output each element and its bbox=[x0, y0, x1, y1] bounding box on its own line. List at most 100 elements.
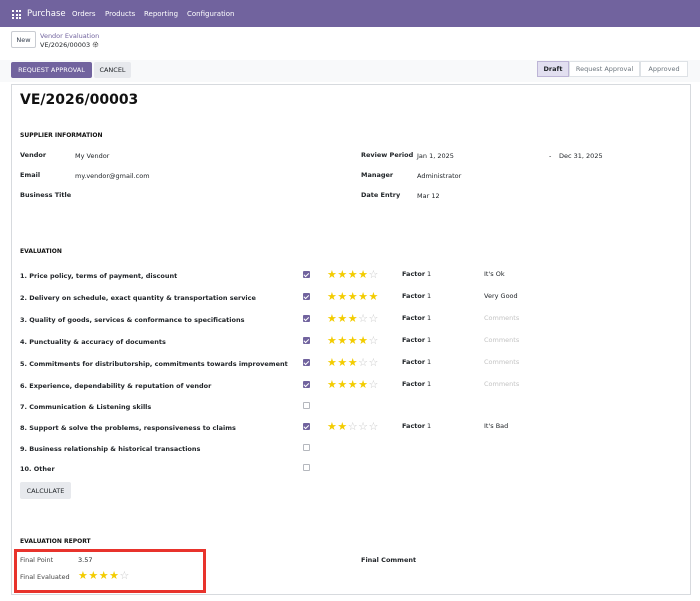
star-filled-icon[interactable]: ★ bbox=[348, 268, 358, 281]
star-filled-icon[interactable]: ★ bbox=[337, 290, 347, 303]
star-filled-icon[interactable]: ★ bbox=[358, 334, 368, 347]
review-end-field[interactable]: Dec 31, 2025 bbox=[559, 152, 603, 160]
star-filled-icon[interactable]: ★ bbox=[337, 334, 347, 347]
star-empty-icon[interactable]: ☆ bbox=[369, 356, 379, 369]
criterion-star-rating[interactable]: ★★★☆☆ bbox=[327, 313, 379, 324]
star-filled-icon[interactable]: ★ bbox=[327, 356, 337, 369]
highlight-box bbox=[14, 549, 206, 593]
criterion-star-rating[interactable]: ★★★★☆ bbox=[327, 379, 379, 390]
factor-field[interactable]: 1 bbox=[427, 314, 431, 322]
manager-field[interactable]: Administrator bbox=[417, 172, 461, 180]
star-filled-icon[interactable]: ★ bbox=[327, 420, 337, 433]
factor-field[interactable]: 1 bbox=[427, 336, 431, 344]
star-empty-icon[interactable]: ☆ bbox=[348, 420, 358, 433]
apps-grid-icon[interactable] bbox=[12, 10, 21, 19]
control-panel bbox=[0, 27, 700, 60]
comment-field[interactable]: Comments bbox=[484, 336, 519, 344]
evaluation-report-heading: EVALUATION REPORT bbox=[20, 538, 91, 545]
nav-orders[interactable]: Orders bbox=[72, 10, 96, 18]
stage-draft[interactable]: Draft bbox=[537, 61, 569, 77]
criterion-checkbox[interactable] bbox=[303, 381, 310, 388]
criterion-label: 3. Quality of goods, services & conforma… bbox=[20, 316, 245, 324]
factor-field[interactable]: 1 bbox=[427, 380, 431, 388]
request-approval-button[interactable]: REQUEST APPROVAL bbox=[11, 62, 92, 78]
criterion-checkbox[interactable] bbox=[303, 337, 310, 344]
star-filled-icon[interactable]: ★ bbox=[327, 290, 337, 303]
criterion-label: 10. Other bbox=[20, 465, 55, 473]
factor-field[interactable]: 1 bbox=[427, 270, 431, 278]
star-filled-icon[interactable]: ★ bbox=[337, 420, 347, 433]
star-filled-icon[interactable]: ★ bbox=[337, 356, 347, 369]
star-filled-icon[interactable]: ★ bbox=[369, 290, 379, 303]
star-filled-icon[interactable]: ★ bbox=[327, 378, 337, 391]
star-filled-icon[interactable]: ★ bbox=[348, 356, 358, 369]
star-filled-icon[interactable]: ★ bbox=[327, 268, 337, 281]
manager-label: Manager bbox=[361, 171, 394, 179]
factor-label: Factor bbox=[402, 292, 426, 300]
criterion-star-rating[interactable]: ★★★☆☆ bbox=[327, 357, 379, 368]
email-field[interactable]: my.vendor@gmail.com bbox=[75, 172, 150, 180]
comment-field[interactable]: Comments bbox=[484, 380, 519, 388]
nav-configuration[interactable]: Configuration bbox=[187, 10, 234, 18]
star-filled-icon[interactable]: ★ bbox=[337, 268, 347, 281]
star-filled-icon[interactable]: ★ bbox=[348, 378, 358, 391]
stage-request-approval[interactable]: Request Approval bbox=[569, 61, 640, 77]
star-empty-icon[interactable]: ☆ bbox=[358, 420, 368, 433]
factor-label: Factor bbox=[402, 422, 426, 430]
stage-approved[interactable]: Approved bbox=[640, 61, 688, 77]
star-empty-icon[interactable]: ☆ bbox=[369, 312, 379, 325]
star-filled-icon[interactable]: ★ bbox=[327, 312, 337, 325]
criterion-label: 5. Commitments for distributorship, comm… bbox=[20, 360, 288, 368]
criterion-label: 6. Experience, dependability & reputatio… bbox=[20, 382, 212, 390]
app-name[interactable]: Purchase bbox=[27, 9, 66, 19]
criterion-star-rating[interactable]: ★★★★★ bbox=[327, 291, 379, 302]
review-start-field[interactable]: Jan 1, 2025 bbox=[417, 152, 454, 160]
comment-field[interactable]: Comments bbox=[484, 358, 519, 366]
vendor-label: Vendor bbox=[20, 151, 47, 159]
vendor-field[interactable]: My Vendor bbox=[75, 152, 109, 160]
star-empty-icon[interactable]: ☆ bbox=[358, 356, 368, 369]
cancel-button[interactable]: CANCEL bbox=[94, 62, 131, 78]
evaluation-section-heading: EVALUATION bbox=[20, 248, 62, 255]
criterion-checkbox[interactable] bbox=[303, 423, 310, 430]
comment-field[interactable]: It's Bad bbox=[484, 422, 508, 430]
star-filled-icon[interactable]: ★ bbox=[348, 290, 358, 303]
comment-field[interactable]: It's Ok bbox=[484, 270, 505, 278]
criterion-checkbox[interactable] bbox=[303, 271, 310, 278]
star-empty-icon[interactable]: ☆ bbox=[369, 420, 379, 433]
star-filled-icon[interactable]: ★ bbox=[348, 312, 358, 325]
criterion-checkbox[interactable] bbox=[303, 444, 310, 451]
star-filled-icon[interactable]: ★ bbox=[358, 378, 368, 391]
new-button[interactable]: New bbox=[11, 31, 36, 48]
criterion-checkbox[interactable] bbox=[303, 464, 310, 471]
factor-field[interactable]: 1 bbox=[427, 292, 431, 300]
factor-field[interactable]: 1 bbox=[427, 422, 431, 430]
criterion-checkbox[interactable] bbox=[303, 315, 310, 322]
nav-products[interactable]: Products bbox=[105, 10, 135, 18]
criterion-checkbox[interactable] bbox=[303, 359, 310, 366]
criterion-star-rating[interactable]: ★★★★☆ bbox=[327, 269, 379, 280]
date-entry-field[interactable]: Mar 12 bbox=[417, 192, 440, 200]
gear-icon[interactable] bbox=[92, 41, 99, 48]
comment-field[interactable]: Comments bbox=[484, 314, 519, 322]
criterion-star-rating[interactable]: ★★★★☆ bbox=[327, 335, 379, 346]
factor-field[interactable]: 1 bbox=[427, 358, 431, 366]
breadcrumb-parent[interactable]: Vendor Evaluation bbox=[40, 32, 99, 40]
star-empty-icon[interactable]: ☆ bbox=[369, 268, 379, 281]
star-filled-icon[interactable]: ★ bbox=[327, 334, 337, 347]
calculate-button[interactable]: CALCULATE bbox=[20, 482, 71, 499]
comment-field[interactable]: Very Good bbox=[484, 292, 518, 300]
criterion-checkbox[interactable] bbox=[303, 402, 310, 409]
criterion-star-rating[interactable]: ★★☆☆☆ bbox=[327, 421, 379, 432]
star-filled-icon[interactable]: ★ bbox=[337, 378, 347, 391]
final-comment-label: Final Comment bbox=[361, 556, 417, 564]
star-filled-icon[interactable]: ★ bbox=[348, 334, 358, 347]
star-filled-icon[interactable]: ★ bbox=[337, 312, 347, 325]
star-filled-icon[interactable]: ★ bbox=[358, 268, 368, 281]
star-empty-icon[interactable]: ☆ bbox=[358, 312, 368, 325]
star-empty-icon[interactable]: ☆ bbox=[369, 334, 379, 347]
star-filled-icon[interactable]: ★ bbox=[358, 290, 368, 303]
criterion-checkbox[interactable] bbox=[303, 293, 310, 300]
star-empty-icon[interactable]: ☆ bbox=[369, 378, 379, 391]
nav-reporting[interactable]: Reporting bbox=[144, 10, 178, 18]
